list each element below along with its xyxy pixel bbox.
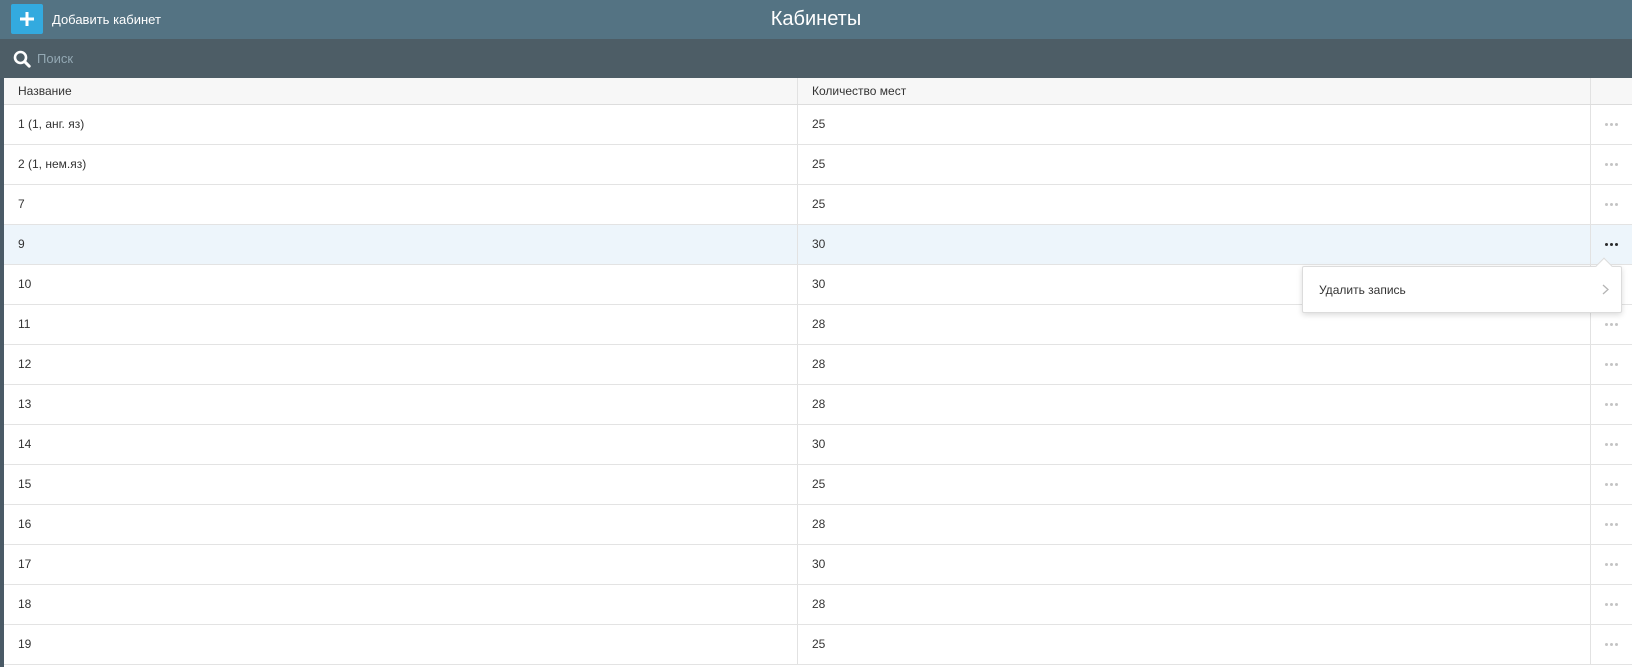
column-header-actions <box>1591 78 1632 104</box>
row-actions-cell <box>1591 625 1632 664</box>
room-name-cell: 9 <box>4 225 798 264</box>
chevron-right-icon <box>1602 284 1609 295</box>
more-horizontal-icon[interactable] <box>1601 119 1622 130</box>
column-header-seats[interactable]: Количество мест <box>798 78 1591 104</box>
table-row[interactable]: 12 28 <box>4 345 1632 385</box>
table-body: 1 (1, анг. яз) 25 2 (1, нем.яз) 25 7 25 9 30 10 3… <box>4 105 1632 665</box>
search-bar <box>0 39 1632 78</box>
more-horizontal-icon[interactable] <box>1601 639 1622 650</box>
more-horizontal-icon[interactable] <box>1601 519 1622 530</box>
room-name-cell: 18 <box>4 585 798 624</box>
column-header-name[interactable]: Название <box>4 78 798 104</box>
seat-count-cell: 28 <box>798 345 1591 384</box>
table-row[interactable]: 7 25 <box>4 185 1632 225</box>
seat-count-cell: 30 <box>798 225 1591 264</box>
search-input[interactable] <box>37 44 1597 73</box>
more-horizontal-icon[interactable] <box>1601 479 1622 490</box>
seat-count-cell: 28 <box>798 585 1591 624</box>
table-row[interactable]: 19 25 <box>4 625 1632 665</box>
add-room-label: Добавить кабинет <box>52 11 161 27</box>
seat-count-cell: 30 <box>798 425 1591 464</box>
more-horizontal-icon[interactable] <box>1601 159 1622 170</box>
seat-count-cell: 28 <box>798 505 1591 544</box>
more-horizontal-icon[interactable] <box>1601 559 1622 570</box>
seat-count-cell: 30 <box>798 545 1591 584</box>
room-name-cell: 2 (1, нем.яз) <box>4 145 798 184</box>
table-row[interactable]: 17 30 <box>4 545 1632 585</box>
seat-count-cell: 25 <box>798 185 1591 224</box>
more-horizontal-icon[interactable] <box>1601 599 1622 610</box>
seat-count-cell: 28 <box>798 385 1591 424</box>
row-actions-cell <box>1591 545 1632 584</box>
page-title: Кабинеты <box>770 8 862 30</box>
room-name-cell: 14 <box>4 425 798 464</box>
row-actions-cell <box>1591 225 1632 264</box>
plus-icon <box>11 4 43 34</box>
table-header: Название Количество мест <box>4 78 1632 105</box>
seat-count-cell: 25 <box>798 145 1591 184</box>
table-row[interactable]: 14 30 <box>4 425 1632 465</box>
row-context-menu: Удалить запись <box>1302 257 1622 313</box>
seat-count-cell: 25 <box>798 465 1591 504</box>
delete-record-menu-item[interactable]: Удалить запись <box>1303 267 1621 312</box>
row-actions-cell <box>1591 145 1632 184</box>
table-row[interactable]: 16 28 <box>4 505 1632 545</box>
row-actions-cell <box>1591 585 1632 624</box>
room-name-cell: 7 <box>4 185 798 224</box>
seat-count-cell: 25 <box>798 105 1591 144</box>
room-name-cell: 12 <box>4 345 798 384</box>
more-horizontal-icon[interactable] <box>1601 239 1622 250</box>
row-actions-cell <box>1591 185 1632 224</box>
rooms-table: Название Количество мест 1 (1, анг. яз) 2… <box>4 78 1632 665</box>
row-actions-cell <box>1591 105 1632 144</box>
row-actions-cell <box>1591 425 1632 464</box>
room-name-cell: 15 <box>4 465 798 504</box>
row-actions-cell <box>1591 465 1632 504</box>
room-name-cell: 13 <box>4 385 798 424</box>
search-icon <box>13 50 31 68</box>
row-actions-cell <box>1591 505 1632 544</box>
table-row[interactable]: 1 (1, анг. яз) 25 <box>4 105 1632 145</box>
table-row[interactable]: 2 (1, нем.яз) 25 <box>4 145 1632 185</box>
more-horizontal-icon[interactable] <box>1601 319 1622 330</box>
table-row[interactable]: 9 30 <box>4 225 1632 265</box>
row-actions-cell <box>1591 345 1632 384</box>
table-row[interactable]: 15 25 <box>4 465 1632 505</box>
room-name-cell: 11 <box>4 305 798 344</box>
row-actions-cell <box>1591 385 1632 424</box>
room-name-cell: 16 <box>4 505 798 544</box>
table-row[interactable]: 18 28 <box>4 585 1632 625</box>
room-name-cell: 17 <box>4 545 798 584</box>
more-horizontal-icon[interactable] <box>1601 359 1622 370</box>
top-bar: Добавить кабинет Кабинеты <box>0 0 1632 39</box>
add-room-button[interactable]: Добавить кабинет <box>11 4 161 34</box>
more-horizontal-icon[interactable] <box>1601 439 1622 450</box>
table-row[interactable]: 13 28 <box>4 385 1632 425</box>
more-horizontal-icon[interactable] <box>1601 199 1622 210</box>
room-name-cell: 19 <box>4 625 798 664</box>
delete-record-label: Удалить запись <box>1319 282 1406 297</box>
room-name-cell: 10 <box>4 265 798 304</box>
room-name-cell: 1 (1, анг. яз) <box>4 105 798 144</box>
more-horizontal-icon[interactable] <box>1601 399 1622 410</box>
seat-count-cell: 25 <box>798 625 1591 664</box>
